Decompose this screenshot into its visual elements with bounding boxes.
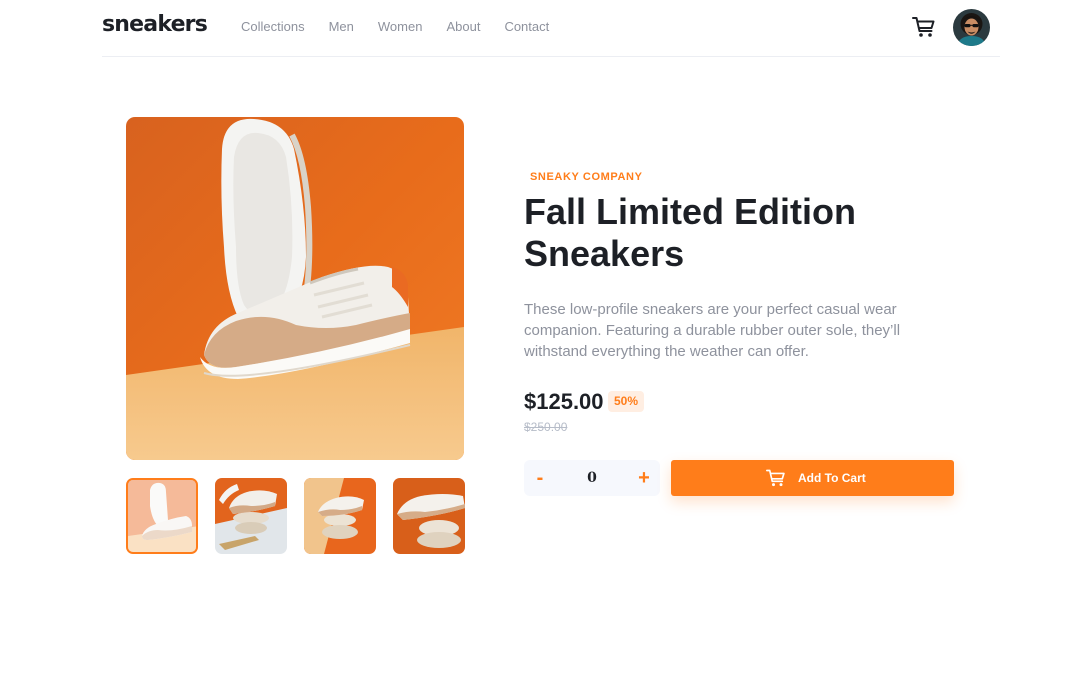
quantity-input[interactable] bbox=[556, 460, 628, 496]
logo[interactable]: sneakers bbox=[102, 12, 208, 37]
product-title: Fall Limited Edition Sneakers bbox=[524, 191, 856, 274]
add-to-cart-label: Add To Cart bbox=[798, 471, 866, 485]
product-description: These low-profile sneakers are your perf… bbox=[524, 301, 901, 360]
company-name: SNEAKY COMPANY bbox=[530, 171, 643, 183]
thumbnail-strip bbox=[126, 478, 465, 554]
user-avatar[interactable] bbox=[953, 9, 990, 46]
cart-icon bbox=[766, 468, 786, 488]
quantity-stepper: - + bbox=[524, 460, 660, 496]
nav-link-men[interactable]: Men bbox=[329, 19, 354, 34]
quantity-decrease-button[interactable]: - bbox=[524, 460, 556, 496]
add-to-cart-button[interactable]: Add To Cart bbox=[671, 460, 954, 496]
site-header: sneakers Collections Men Women About Con… bbox=[102, 0, 1000, 57]
nav-link-collections[interactable]: Collections bbox=[241, 19, 305, 34]
discount-badge: 50% bbox=[608, 391, 645, 412]
nav-link-about[interactable]: About bbox=[446, 19, 480, 34]
thumbnail-1[interactable] bbox=[126, 478, 198, 554]
product-main-image[interactable] bbox=[126, 117, 464, 460]
current-price: $125.00 bbox=[524, 389, 604, 414]
quantity-increase-button[interactable]: + bbox=[628, 460, 660, 496]
thumbnail-4[interactable] bbox=[393, 478, 465, 554]
thumbnail-2[interactable] bbox=[215, 478, 287, 554]
original-price: $250.00 bbox=[524, 420, 568, 434]
cart-icon[interactable] bbox=[912, 16, 936, 38]
nav-link-contact[interactable]: Contact bbox=[504, 19, 549, 34]
nav-link-women[interactable]: Women bbox=[378, 19, 423, 34]
main-nav: Collections Men Women About Contact bbox=[241, 19, 549, 34]
thumbnail-3[interactable] bbox=[304, 478, 376, 554]
